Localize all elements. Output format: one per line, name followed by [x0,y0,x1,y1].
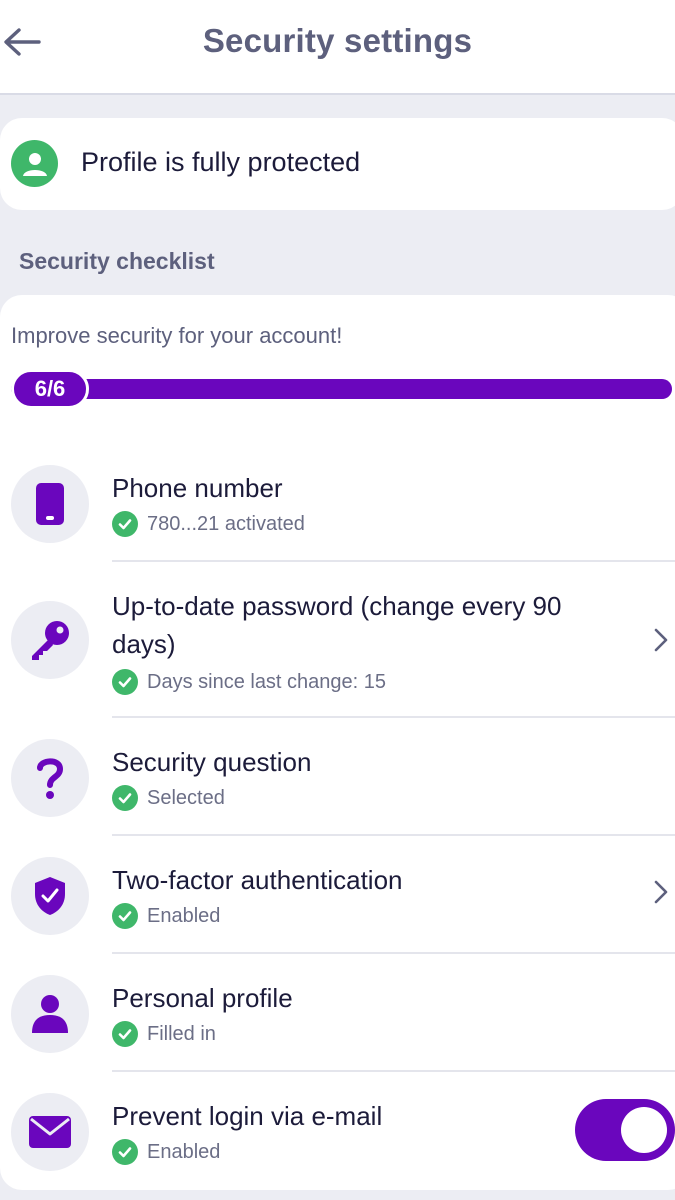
check-circle-icon [112,785,138,811]
check-circle-icon [112,1139,138,1165]
person-icon [11,975,89,1053]
checklist-item-password[interactable]: Up-to-date password (change every 90 day… [0,583,675,713]
item-status: 780...21 activated [112,511,305,537]
protection-status-text: Profile is fully protected [81,147,361,177]
user-shield-icon [11,140,58,187]
progress-count-badge: 6/6 [11,369,89,409]
item-status: Days since last change: 15 [112,669,386,695]
item-title: Phone number [112,473,283,503]
item-status-text: Days since last change: 15 [147,670,387,693]
divider [112,952,675,954]
shield-check-icon [11,857,89,935]
item-status: Selected [112,785,225,811]
item-title: Two-factor authentication [112,865,403,895]
divider [112,834,675,836]
envelope-icon [11,1093,89,1171]
item-title: Personal profile [112,983,293,1013]
item-status: Filled in [112,1021,216,1047]
app-header: Security settings [0,0,675,95]
checklist-item-prevent-email-login: Prevent login via e-mail Enabled [0,1093,675,1189]
page-title: Security settings [202,22,473,59]
divider [112,1070,675,1072]
item-status: Enabled [112,1139,220,1165]
progress-bar [11,379,672,399]
chevron-right-icon[interactable] [650,877,672,907]
checklist-item-phone[interactable]: Phone number 780...21 activated [0,465,675,561]
checklist-subtitle: Improve security for your account! [11,323,343,348]
prevent-email-login-toggle[interactable] [575,1099,675,1161]
question-mark-icon [11,739,89,817]
check-circle-icon [112,669,138,695]
item-status-text: Selected [147,786,225,809]
divider [112,716,675,718]
item-status-text: 780...21 activated [147,512,305,535]
item-title-line2: days) [112,629,176,659]
checklist-item-personal-profile[interactable]: Personal profile Filled in [0,975,675,1071]
item-status-text: Enabled [147,904,221,927]
checklist-item-two-factor[interactable]: Two-factor authentication Enabled [0,857,675,953]
protection-status-card: Profile is fully protected [0,118,675,210]
divider [112,560,675,562]
item-status-text: Enabled [147,1140,221,1163]
section-label: Security checklist [19,248,215,274]
phone-icon [11,465,89,543]
item-title: Prevent login via e-mail [112,1101,383,1131]
toggle-knob[interactable] [621,1107,667,1153]
check-circle-icon [112,903,138,929]
check-circle-icon [112,1021,138,1047]
progress-fill [11,379,672,399]
security-checklist-card: Improve security for your account! 6/6 P… [0,295,675,1190]
item-title: Security question [112,747,312,777]
checklist-item-security-question[interactable]: Security question Selected [0,739,675,835]
item-status-text: Filled in [147,1022,216,1045]
item-title: Up-to-date password (change every 90 [112,591,562,621]
check-circle-icon [112,511,138,537]
item-status: Enabled [112,903,220,929]
chevron-right-icon[interactable] [650,625,672,655]
key-icon [11,601,89,679]
